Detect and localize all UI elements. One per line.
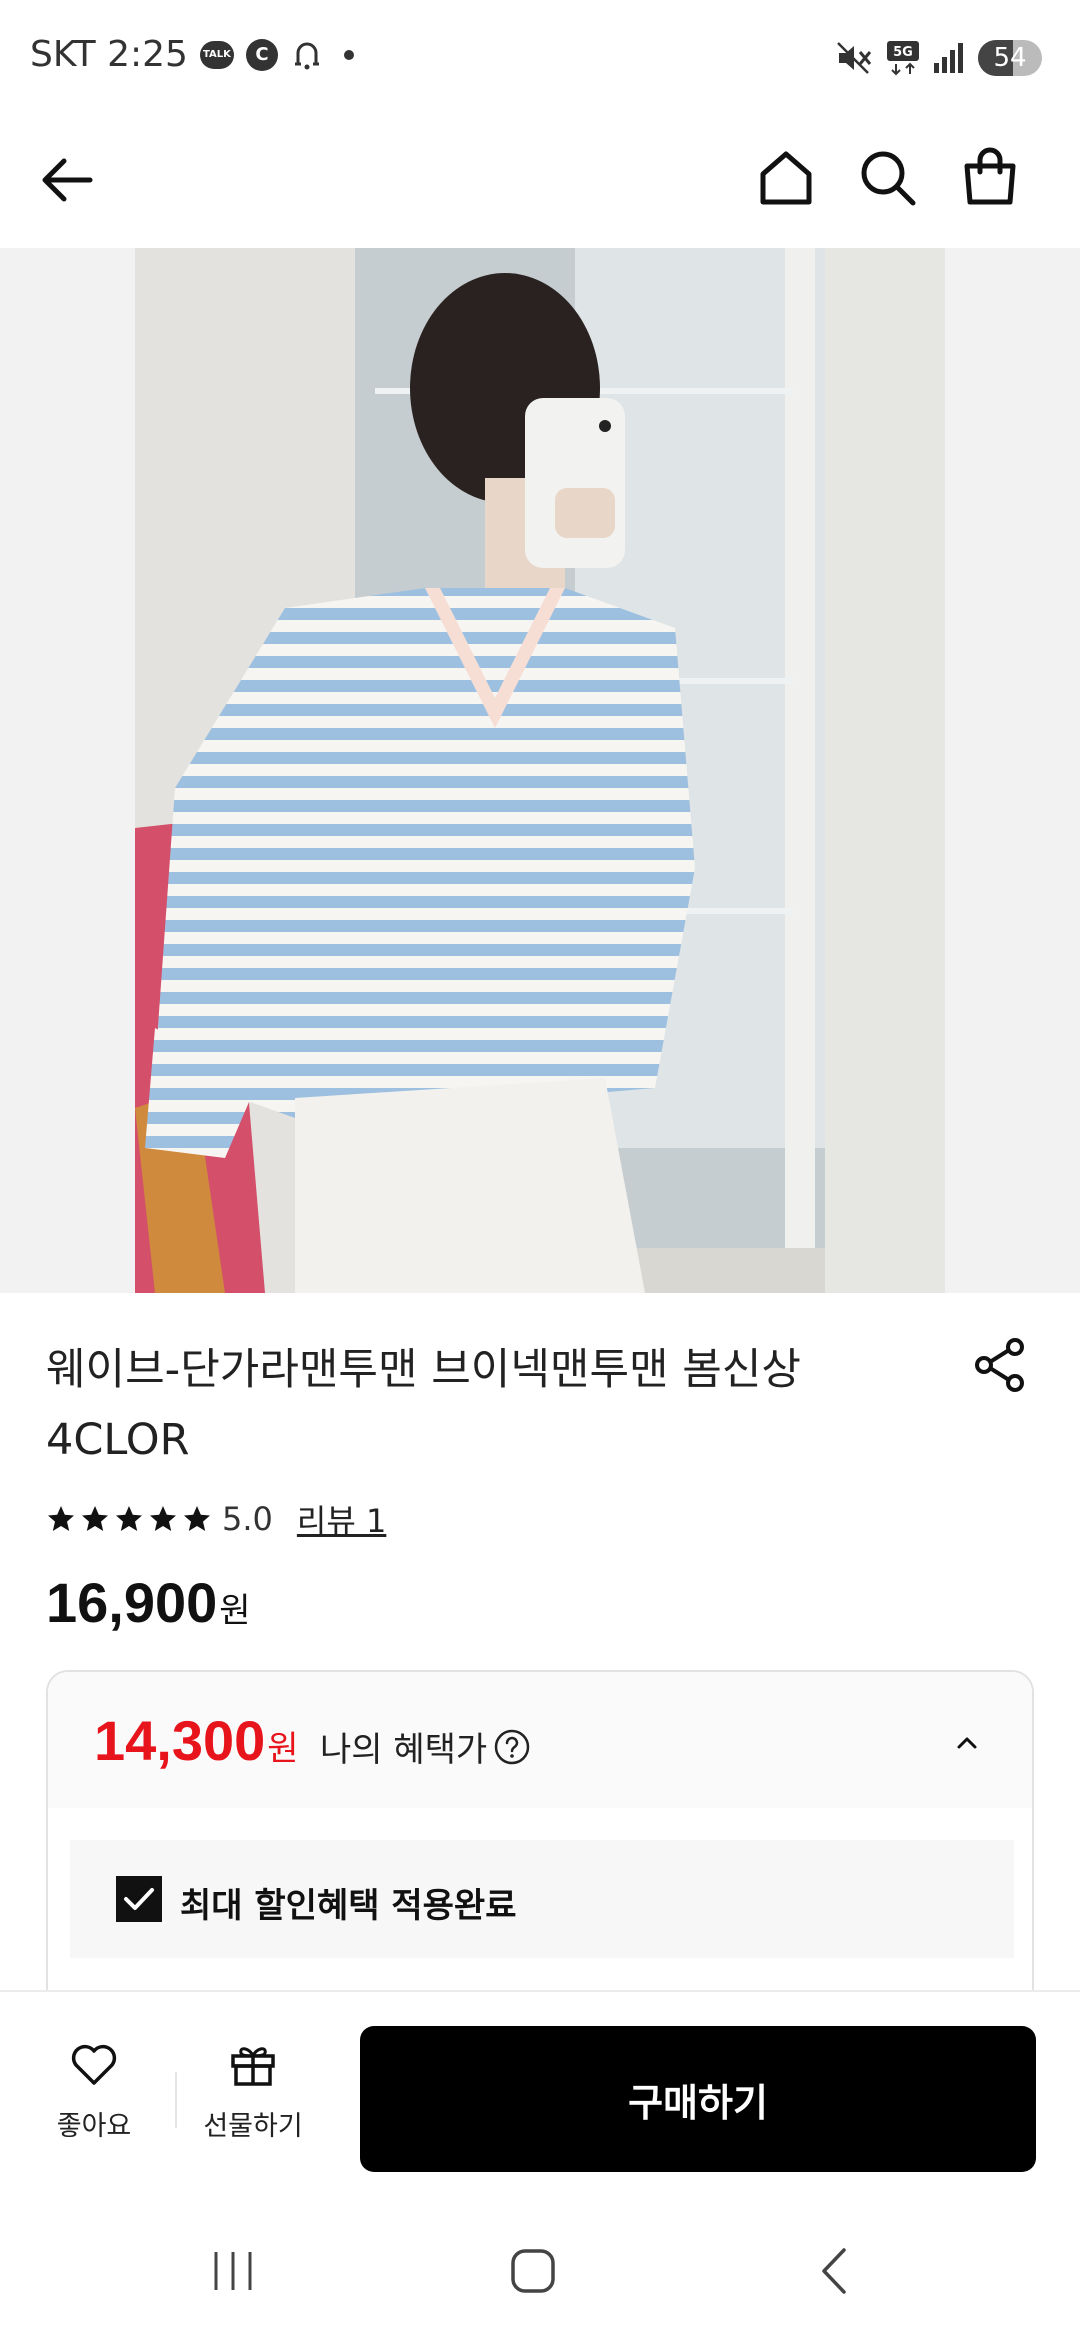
top-nav	[0, 120, 1080, 246]
original-price: 16,900 원	[46, 1570, 251, 1635]
notification-bell-icon	[290, 38, 324, 72]
system-nav-bar	[0, 2200, 1080, 2340]
benefit-label-text: 나의 혜택가	[320, 1730, 488, 1770]
star-icon	[184, 1506, 210, 1531]
review-link[interactable]: 리뷰 1	[297, 1496, 386, 1542]
product-title: 웨이브-단가라맨투맨 브이넥맨투맨 봄신상 4CLOR	[46, 1345, 801, 1465]
star-icon	[82, 1506, 108, 1531]
signal-icon	[932, 41, 966, 75]
benefit-box: 14,300 원 나의 혜택가 최대 할인혜택 적용완료	[46, 1670, 1034, 2000]
chevron-up-icon[interactable]	[952, 1728, 982, 1758]
discount-text: 최대 할인혜택 적용완료	[180, 1886, 517, 1926]
bar-divider	[175, 2072, 177, 2128]
rating-value: 5.0	[222, 1500, 273, 1538]
carrier-time: SKT 2:25	[30, 34, 188, 75]
kakaotalk-notification-icon: TALK	[199, 40, 234, 69]
recent-apps-icon[interactable]	[208, 2246, 258, 2296]
search-icon[interactable]	[856, 146, 920, 210]
discount-row: 최대 할인혜택 적용완료	[70, 1840, 1014, 1958]
gift-label: 선물하기	[203, 2111, 303, 2142]
mute-icon	[836, 41, 874, 75]
system-back-icon[interactable]	[810, 2246, 860, 2296]
price-unit: 원	[219, 1591, 251, 1631]
battery-percent: 54	[993, 43, 1027, 73]
help-icon[interactable]	[493, 1728, 531, 1766]
buy-button[interactable]: 구매하기	[360, 2026, 1036, 2172]
shopping-bag-icon[interactable]	[958, 144, 1022, 208]
battery-icon: 54	[978, 40, 1042, 76]
product-photo[interactable]	[135, 248, 945, 1293]
benefit-price: 14,300 원	[94, 1708, 299, 1773]
benefit-price-unit: 원	[267, 1729, 299, 1769]
svg-text:5G: 5G	[893, 45, 913, 60]
status-left: SKT 2:25 TALK C	[30, 34, 354, 75]
rating-row: 5.0 리뷰 1	[46, 1496, 386, 1542]
benefit-price-value: 14,300	[94, 1709, 266, 1772]
home-icon[interactable]	[754, 146, 818, 210]
like-label: 좋아요	[56, 2111, 132, 2142]
share-icon[interactable]	[970, 1335, 1030, 1395]
c-app-notification-icon: C	[245, 38, 278, 71]
benefit-header[interactable]: 14,300 원 나의 혜택가	[48, 1672, 1032, 1808]
star-icon	[150, 1506, 176, 1531]
like-button[interactable]: 좋아요	[34, 2038, 154, 2158]
benefit-label: 나의 혜택가	[320, 1722, 531, 1771]
status-bar: SKT 2:25 TALK C 5G 54	[0, 0, 1080, 120]
system-home-icon[interactable]	[508, 2246, 558, 2296]
heart-icon	[71, 2044, 117, 2085]
product-image-area	[0, 248, 1080, 1293]
5g-icon: 5G	[886, 40, 920, 76]
price-value: 16,900	[46, 1571, 218, 1634]
status-right: 5G 54	[836, 40, 1042, 76]
rating-stars	[46, 1504, 216, 1534]
star-icon	[48, 1506, 74, 1531]
gift-icon	[231, 2047, 275, 2086]
star-icon	[116, 1506, 142, 1531]
bottom-action-bar: 좋아요 선물하기 구매하기	[0, 1990, 1080, 2200]
more-notifications-dot	[343, 49, 354, 60]
gift-button[interactable]: 선물하기	[193, 2038, 313, 2158]
back-arrow-icon[interactable]	[36, 148, 100, 212]
discount-checkbox[interactable]	[116, 1876, 162, 1922]
